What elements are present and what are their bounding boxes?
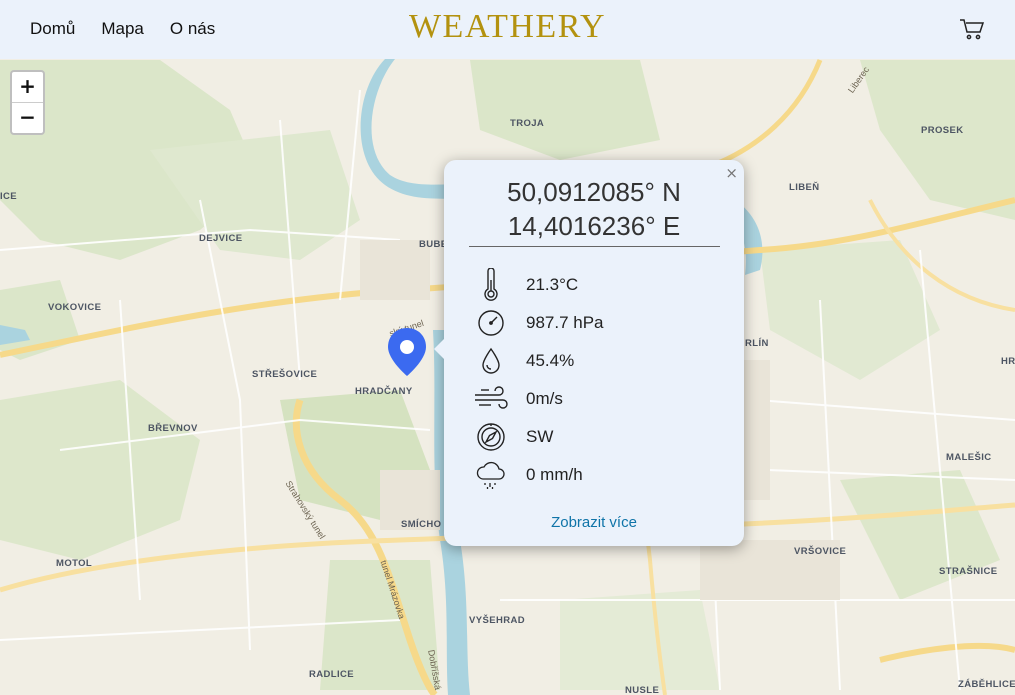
map-marker-icon[interactable] [387,328,427,376]
nav-about-link[interactable]: O nás [170,19,215,39]
district-label: VOKOVICE [48,302,102,313]
top-header: Domů Mapa O nás WEATHERY [0,0,1015,59]
district-label: DEJVICE [199,233,243,244]
main-nav: Domů Mapa O nás [30,19,241,39]
latitude-label: 50,0912085° N [507,177,681,207]
gauge-icon [472,306,510,340]
district-label: STRAŠNICE [939,566,998,577]
thermometer-icon [472,268,510,302]
nav-map-link[interactable]: Mapa [101,19,144,39]
district-label: SMÍCHO [401,519,442,530]
district-label: LIBEŇ [789,182,820,193]
district-label: BŘEVNOV [148,423,198,434]
district-label: VRŠOVICE [794,546,847,557]
district-label: MALEŠIC [946,452,992,463]
wind-direction-row: SW [472,418,604,456]
district-label: ZÁBĚHLICE [958,679,1015,690]
district-label: RADLICE [309,669,355,680]
district-label: ICE [0,191,18,202]
precipitation-value: 0 mm/h [526,465,583,484]
wind-speed-value: 0m/s [526,389,563,408]
rain-cloud-icon [472,458,510,492]
temperature-row: 21.3°C [472,266,604,304]
compass-icon [472,420,510,454]
zoom-control: + − [10,70,45,135]
wind-direction-value: SW [526,427,554,446]
district-label: RLÍN [745,338,769,349]
district-label: STŘEŠOVICE [252,369,318,380]
district-label: HR [1001,356,1015,367]
nav-home-link[interactable]: Domů [30,19,75,39]
district-label: HRADČANY [355,386,413,397]
humidity-row: 45.4% [472,342,604,380]
weather-popup: × 50,0912085° N 14,4016236° E 21.3°C 987… [434,160,744,546]
district-label: VYŠEHRAD [469,615,525,626]
droplet-icon [472,344,510,378]
cart-icon[interactable] [959,16,985,42]
district-label: MOTOL [56,558,93,569]
coordinates: 50,0912085° N 14,4016236° E [444,175,744,243]
weather-list: 21.3°C 987.7 hPa 45.4% 0m/s SW 0 mm/h [472,266,604,494]
district-label: TROJA [510,118,545,129]
popup-tip [434,338,445,360]
wind-icon [472,382,510,416]
zoom-in-button[interactable]: + [12,72,43,102]
pressure-row: 987.7 hPa [472,304,604,342]
humidity-value: 45.4% [526,351,575,370]
longitude-label: 14,4016236° E [507,211,681,241]
divider [469,246,720,247]
district-label: PROSEK [921,125,964,136]
pressure-value: 987.7 hPa [526,313,604,332]
district-label: NUSLE [625,685,660,695]
temperature-value: 21.3°C [526,275,579,294]
wind-speed-row: 0m/s [472,380,604,418]
zoom-out-button[interactable]: − [12,102,43,133]
precipitation-row: 0 mm/h [472,456,604,494]
show-more-link[interactable]: Zobrazit více [444,514,744,531]
